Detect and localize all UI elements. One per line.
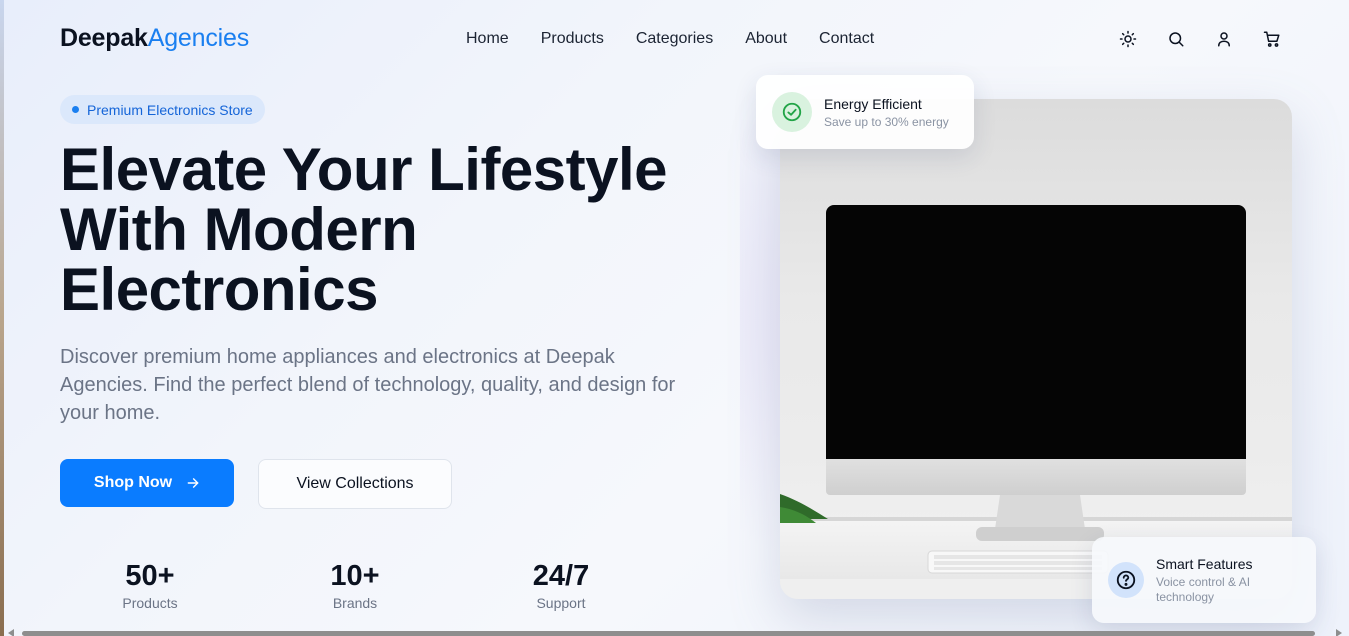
stat-products-value: 50+ [125, 560, 175, 592]
stat-brands-label: Brands [332, 595, 378, 611]
left-edge-decoration [0, 0, 4, 636]
hero-subtitle: Discover premium home appliances and ele… [60, 346, 676, 424]
stat-support-label: Support [536, 595, 586, 611]
help-circle-icon [1116, 570, 1136, 590]
logo-primary-text: Deepak [60, 24, 148, 52]
stat-products: 50+ Products [110, 560, 190, 611]
imac-illustration [780, 205, 1292, 599]
shop-now-button[interactable]: Shop Now [60, 459, 234, 507]
shop-now-label: Shop Now [93, 474, 173, 491]
user-icon [1218, 32, 1230, 47]
check-circle-icon [782, 102, 802, 122]
stat-support-value: 24/7 [532, 560, 590, 592]
nav-about[interactable]: About [745, 30, 787, 48]
energy-icon-wrap [772, 92, 812, 132]
smart-card-subtitle: Voice control & AI technology [1156, 575, 1251, 604]
scroll-left-arrow[interactable] [8, 629, 14, 636]
site-logo[interactable]: DeepakAgencies [60, 24, 249, 53]
nav-products[interactable]: Products [541, 30, 604, 48]
sun-icon [1119, 30, 1137, 48]
smart-features-card: Smart Features Voice control & AI techno… [1092, 537, 1316, 623]
energy-efficient-card: Energy Efficient Save up to 30% energy [756, 75, 974, 149]
logo-accent-text: Agencies [147, 24, 249, 52]
energy-card-subtitle: Save up to 30% energy [824, 114, 949, 129]
nav-contact[interactable]: Contact [819, 30, 874, 48]
main-nav: Home Products Categories About Contact [466, 30, 874, 48]
header-actions [1116, 27, 1284, 51]
hero-title: Elevate Your Lifestyle With Modern Elect… [60, 136, 668, 323]
cart-icon [1263, 31, 1280, 47]
stat-products-label: Products [122, 595, 178, 611]
theme-toggle-button[interactable] [1116, 27, 1140, 51]
search-button[interactable] [1164, 27, 1188, 51]
stat-brands-value: 10+ [330, 560, 380, 592]
arrow-right-icon [187, 478, 199, 488]
badge-label: Premium Electronics Store [87, 101, 253, 118]
account-button[interactable] [1212, 27, 1236, 51]
cart-button[interactable] [1260, 27, 1284, 51]
nav-categories[interactable]: Categories [636, 30, 713, 48]
stat-support: 24/7 Support [516, 560, 606, 611]
store-badge: Premium Electronics Store [60, 95, 265, 124]
view-collections-label: View Collections [296, 475, 414, 492]
energy-card-title: Energy Efficient [824, 95, 922, 112]
site-header: DeepakAgencies Home Products Categories … [0, 0, 1349, 80]
badge-dot [72, 106, 79, 113]
search-icon [1169, 32, 1184, 47]
scroll-right-arrow[interactable] [1336, 629, 1342, 636]
smart-icon-wrap [1108, 562, 1144, 598]
view-collections-button[interactable]: View Collections [258, 459, 452, 509]
product-image [780, 99, 1292, 599]
nav-home[interactable]: Home [466, 30, 509, 48]
smart-card-title: Smart Features [1156, 556, 1253, 572]
horizontal-scrollbar[interactable] [22, 631, 1315, 636]
stat-brands: 10+ Brands [315, 560, 395, 611]
